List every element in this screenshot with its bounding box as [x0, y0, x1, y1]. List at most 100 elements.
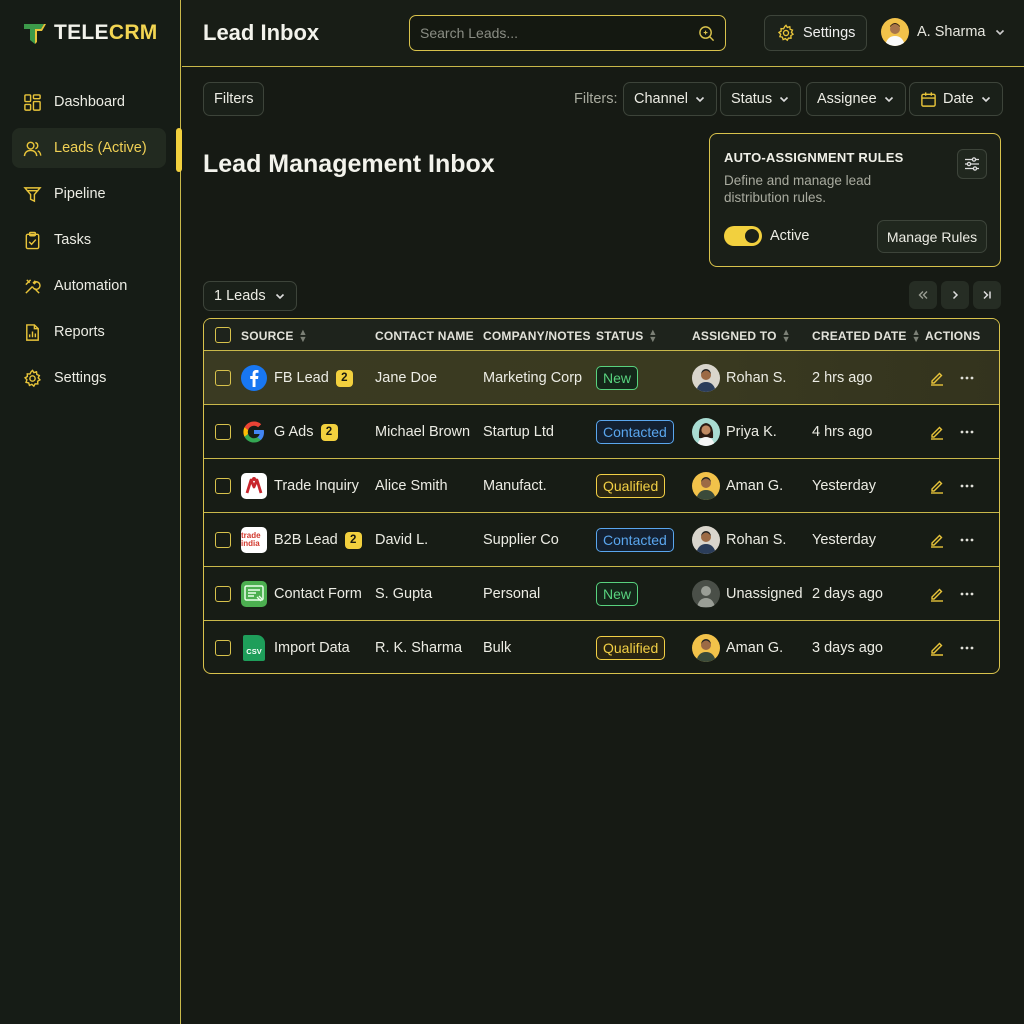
google-icon	[241, 419, 267, 445]
created-date: Yesterday	[812, 478, 876, 494]
rules-active-toggle[interactable]	[724, 226, 762, 246]
table-row[interactable]: FB Lead 2 Jane Doe Marketing Corp New Ro…	[204, 351, 999, 405]
created-date: 2 hrs ago	[812, 370, 873, 386]
rules-config-button[interactable]	[957, 149, 987, 179]
company-notes: Startup Ltd	[483, 424, 554, 440]
search-input[interactable]	[420, 25, 698, 41]
column-header-created[interactable]: CREATED DATE ▲ ▼	[812, 327, 921, 344]
sidebar-item-label: Tasks	[54, 232, 92, 248]
company-notes: Manufact.	[483, 478, 547, 494]
table-row[interactable]: CSV Import Data R. K. Sharma Bulk Qualif…	[204, 621, 999, 673]
table-row[interactable]: trade india B2B Lead 2 David L. Supplier…	[204, 513, 999, 567]
edit-icon[interactable]	[927, 584, 947, 604]
sort-icon: ▲ ▼	[648, 327, 658, 344]
more-options-icon[interactable]	[957, 584, 977, 604]
status-badge: New	[596, 582, 639, 606]
column-header-assigned[interactable]: ASSIGNED TO ▲ ▼	[692, 327, 791, 344]
leads-table: SOURCE ▲ ▼ CONTACT NAME COMPANY/NOTES STAT…	[203, 318, 1000, 674]
grid-icon	[24, 93, 41, 111]
more-options-icon[interactable]	[957, 530, 977, 550]
search-box[interactable]	[409, 15, 726, 51]
sidebar-item-leads[interactable]: Leads (Active)	[12, 128, 166, 168]
more-options-icon[interactable]	[957, 638, 977, 658]
assignee-avatar	[692, 526, 720, 554]
assignee-filter-dropdown[interactable]: Assignee	[806, 82, 906, 116]
sidebar-item-pipeline[interactable]: Pipeline	[12, 174, 166, 214]
source-count-badge: 2	[320, 423, 338, 441]
sidebar-item-dashboard[interactable]: Dashboard	[12, 82, 166, 122]
date-filter-dropdown[interactable]: Date	[909, 82, 1003, 116]
edit-icon[interactable]	[927, 476, 947, 496]
app-logo[interactable]: TELECRM	[22, 20, 158, 46]
row-checkbox[interactable]	[215, 478, 231, 494]
row-checkbox[interactable]	[215, 640, 231, 656]
user-name: A. Sharma	[917, 24, 986, 40]
next-page-button[interactable]	[941, 281, 969, 309]
sort-icon: ▲ ▼	[781, 327, 791, 344]
search-icon[interactable]	[698, 25, 715, 42]
table-row[interactable]: Contact Form S. Gupta Personal New Unass…	[204, 567, 999, 621]
assignee-name: Rohan S.	[726, 370, 787, 386]
source-name: Contact Form	[274, 586, 362, 602]
manage-rules-button[interactable]: Manage Rules	[877, 220, 987, 253]
more-options-icon[interactable]	[957, 422, 977, 442]
lead-count-dropdown[interactable]: 1 Leads	[203, 281, 297, 311]
filters-label: Filters:	[574, 91, 618, 107]
row-checkbox[interactable]	[215, 370, 231, 386]
source-name: Import Data	[274, 640, 350, 656]
assignee-avatar	[692, 418, 720, 446]
select-all-checkbox[interactable]	[215, 327, 231, 343]
row-checkbox[interactable]	[215, 424, 231, 440]
sidebar-item-tasks[interactable]: Tasks	[12, 220, 166, 260]
more-options-icon[interactable]	[957, 476, 977, 496]
sidebar-item-reports[interactable]: Reports	[12, 312, 166, 352]
status-filter-dropdown[interactable]: Status	[720, 82, 802, 116]
sidebar-item-settings[interactable]: Settings	[12, 358, 166, 398]
row-checkbox[interactable]	[215, 532, 231, 548]
filters-button-label: Filters	[214, 91, 254, 107]
assignee-name: Priya K.	[726, 424, 777, 440]
table-row[interactable]: Trade Inquiry Alice Smith Manufact. Qual…	[204, 459, 999, 513]
app-name: TELECRM	[54, 21, 158, 44]
company-notes: Marketing Corp	[483, 370, 583, 386]
user-avatar	[881, 18, 909, 46]
tradeindia-logo-icon: trade india	[241, 527, 267, 553]
table-row[interactable]: G Ads 2 Michael Brown Startup Ltd Contac…	[204, 405, 999, 459]
edit-icon[interactable]	[927, 368, 947, 388]
assignee-name: Unassigned	[726, 586, 803, 602]
auto-assignment-card: AUTO-ASSIGNMENT RULES Define and manage …	[709, 133, 1001, 267]
sidebar-item-automation[interactable]: Automation	[12, 266, 166, 306]
gear-icon	[777, 24, 795, 42]
contact-name: David L.	[375, 532, 429, 548]
edit-icon[interactable]	[927, 530, 947, 550]
sidebar-item-label: Leads (Active)	[54, 140, 147, 156]
gear-icon	[23, 368, 41, 387]
channel-filter-dropdown[interactable]: Channel	[623, 82, 718, 116]
filters-button[interactable]: Filters	[203, 82, 265, 116]
more-options-icon[interactable]	[957, 368, 977, 388]
column-header-source[interactable]: SOURCE ▲ ▼	[241, 327, 308, 344]
edit-icon[interactable]	[927, 638, 947, 658]
first-page-button[interactable]	[909, 281, 937, 309]
assignee-avatar	[692, 634, 720, 662]
user-menu[interactable]: A. Sharma	[881, 18, 1006, 46]
sidebar-nav: Dashboard Leads (Active) Pipeline Tasks …	[12, 82, 166, 404]
sort-icon: ▲ ▼	[911, 327, 921, 344]
channel-filter-label: Channel	[634, 91, 689, 107]
sort-icon: ▲ ▼	[298, 327, 308, 344]
created-date: 3 days ago	[812, 640, 883, 656]
csv-file-icon: CSV	[243, 635, 265, 661]
chevron-down-icon	[981, 96, 990, 103]
date-filter-label: Date	[943, 91, 974, 107]
last-page-button[interactable]	[973, 281, 1001, 309]
source-name: B2B Lead	[274, 532, 338, 548]
top-header: Lead Inbox Settings A. Sharma	[182, 0, 1024, 67]
assignee-filter-label: Assignee	[817, 91, 877, 107]
column-header-status[interactable]: STATUS ▲ ▼	[596, 327, 658, 344]
table-header: SOURCE ▲ ▼ CONTACT NAME COMPANY/NOTES STAT…	[204, 319, 999, 351]
row-checkbox[interactable]	[215, 586, 231, 602]
header-settings-button[interactable]: Settings	[764, 15, 867, 51]
contact-name: Michael Brown	[375, 424, 471, 440]
edit-icon[interactable]	[927, 422, 947, 442]
company-notes: Supplier Co	[483, 532, 559, 548]
